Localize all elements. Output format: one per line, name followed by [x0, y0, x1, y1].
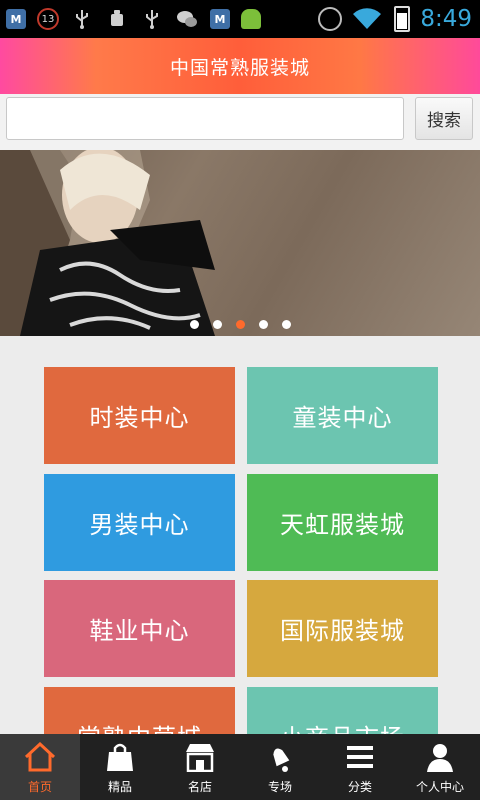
android-icon [241, 9, 261, 29]
category-tile-shoes-center[interactable]: 鞋业中心 [44, 580, 235, 677]
bell-icon [263, 740, 297, 774]
alarm-icon [318, 7, 343, 31]
category-tile-kids-center[interactable]: 童装中心 [247, 367, 438, 464]
wifi-icon [352, 8, 382, 30]
category-tile-international-mall[interactable]: 国际服装城 [247, 580, 438, 677]
tab-label: 名店 [187, 780, 212, 794]
carousel-indicators [0, 320, 480, 329]
tab-categories[interactable]: 分类 [320, 734, 400, 800]
tab-profile[interactable]: 个人中心 [400, 734, 480, 800]
tab-label: 精品 [107, 780, 132, 794]
category-tile-tianhong-mall[interactable]: 天虹服装城 [247, 474, 438, 571]
status-bar: M 13 M 8:49 [0, 0, 480, 38]
clock: 8:49 [420, 6, 472, 32]
tab-label: 个人中心 [415, 780, 464, 794]
page-title: 中国常熟服装城 [169, 56, 310, 79]
category-tile-zhongyin-city[interactable]: 常熟中茵城 [44, 687, 235, 734]
tab-label: 分类 [347, 780, 372, 794]
wechat-icon [175, 7, 199, 31]
storefront-icon [183, 740, 217, 774]
shopping-bag-icon [103, 740, 137, 774]
usb-icon [140, 7, 164, 31]
tab-label: 首页 [27, 780, 52, 794]
carousel-dot[interactable] [258, 320, 268, 329]
bottom-tab-bar: 首页 精品 名店 专场 分类 个人中心 [0, 734, 480, 800]
category-tile-small-goods-market[interactable]: 小商品市场 [247, 687, 438, 734]
carousel-dot[interactable] [212, 320, 222, 329]
banner-carousel[interactable] [0, 150, 480, 336]
android-debug-icon [105, 7, 129, 31]
search-button[interactable]: 搜索 [415, 97, 473, 140]
tab-label: 专场 [267, 780, 292, 794]
list-icon [343, 740, 377, 774]
banner-image [0, 150, 215, 336]
battery-icon [394, 6, 411, 32]
notification-count-icon: 13 [37, 8, 59, 30]
tab-featured[interactable]: 精品 [80, 734, 160, 800]
carousel-dot[interactable] [281, 320, 291, 329]
home-icon [23, 740, 57, 774]
category-tile-fashion-center[interactable]: 时装中心 [44, 367, 235, 464]
carousel-dot[interactable] [189, 320, 199, 329]
tab-famous-stores[interactable]: 名店 [160, 734, 240, 800]
category-tile-menswear-center[interactable]: 男装中心 [44, 474, 235, 571]
app-header: 中国常熟服装城 [0, 38, 480, 94]
tab-special-events[interactable]: 专场 [240, 734, 320, 800]
m-app-icon: M [6, 9, 26, 29]
user-icon [423, 740, 457, 774]
category-grid: 时装中心 童装中心 男装中心 天虹服装城 鞋业中心 国际服装城 常熟中茵城 小商… [0, 336, 480, 734]
tab-home[interactable]: 首页 [0, 734, 80, 800]
search-input[interactable] [6, 97, 404, 140]
carousel-dot-active[interactable] [235, 320, 245, 329]
usb-icon [70, 7, 94, 31]
m-app-icon: M [210, 9, 230, 29]
search-bar: 搜索 [0, 94, 480, 150]
